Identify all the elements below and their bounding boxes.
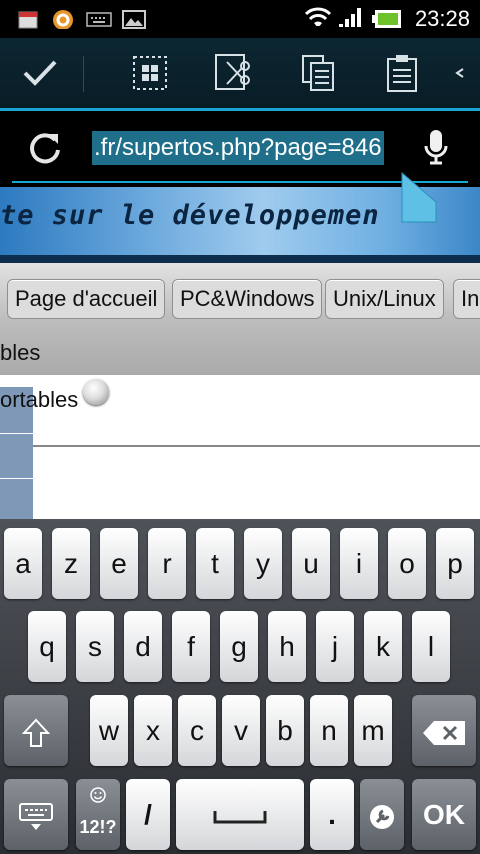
overflow-button[interactable] xyxy=(440,48,480,98)
key-f[interactable]: f xyxy=(172,611,210,682)
key-o[interactable]: o xyxy=(388,528,426,599)
status-time: 23:28 xyxy=(414,6,470,31)
content-label[interactable]: ortables xyxy=(0,387,78,413)
image-icon xyxy=(122,10,146,29)
nav-tab-home[interactable]: Page d'accueil xyxy=(7,279,166,319)
ok-key[interactable]: OK xyxy=(412,779,476,850)
symbols-label: 12!? xyxy=(79,817,117,837)
shift-key[interactable] xyxy=(4,695,68,766)
text-selection-action-bar xyxy=(0,38,480,111)
bullet-icon xyxy=(83,379,109,405)
key-k[interactable]: k xyxy=(364,611,402,682)
banner-strip xyxy=(0,255,480,263)
soft-keyboard: a z e r t y u i o p q s d f g h j k l w … xyxy=(0,519,480,854)
key-v[interactable]: v xyxy=(222,695,260,766)
microphone-icon[interactable] xyxy=(423,129,449,167)
keyboard-hide-icon xyxy=(19,802,53,830)
space-icon xyxy=(213,810,267,824)
select-all-button[interactable] xyxy=(122,48,178,98)
battery-icon xyxy=(372,10,401,28)
banner-text: te sur le développemen xyxy=(0,200,380,231)
backspace-key[interactable] xyxy=(412,695,476,766)
app-notification-icon xyxy=(53,10,73,29)
cut-icon xyxy=(215,54,250,90)
check-icon xyxy=(23,60,57,86)
url-input[interactable]: .fr/supertos.php?page=846 xyxy=(12,111,468,183)
wrench-icon xyxy=(370,804,394,829)
key-x[interactable]: x xyxy=(134,695,172,766)
key-j[interactable]: j xyxy=(316,611,354,682)
paste-button[interactable] xyxy=(374,48,430,98)
key-z[interactable]: z xyxy=(52,528,90,599)
copy-button[interactable] xyxy=(290,48,346,98)
keyboard-icon xyxy=(86,12,112,27)
nav-tab-next[interactable]: In xyxy=(453,279,480,319)
selection-handle[interactable] xyxy=(401,172,437,224)
key-m[interactable]: m xyxy=(354,695,392,766)
reload-icon[interactable] xyxy=(28,131,62,165)
key-n[interactable]: n xyxy=(310,695,348,766)
web-page-content[interactable]: te sur le développemen Page d'accueil PC… xyxy=(0,187,480,519)
sidebar-cell xyxy=(0,434,33,479)
divider xyxy=(0,445,480,447)
done-button[interactable] xyxy=(12,48,68,98)
copy-icon xyxy=(302,55,334,91)
key-l[interactable]: l xyxy=(412,611,450,682)
nav-tab-pc-windows[interactable]: PC&Windows xyxy=(172,279,323,319)
url-text-selected[interactable]: .fr/supertos.php?page=846 xyxy=(92,131,384,165)
key-g[interactable]: g xyxy=(220,611,258,682)
paste-icon xyxy=(387,55,417,92)
key-r[interactable]: r xyxy=(148,528,186,599)
emoji-icon xyxy=(90,787,106,803)
key-s[interactable]: s xyxy=(76,611,114,682)
nav-tab-unix-linux[interactable]: Unix/Linux xyxy=(325,279,444,319)
subnav-label[interactable]: bles xyxy=(0,340,40,366)
status-bar: 23:28 xyxy=(0,0,480,38)
keyboard-settings-key[interactable] xyxy=(4,779,68,850)
sidebar-cell xyxy=(0,479,33,519)
period-key[interactable]: . xyxy=(310,779,354,850)
overflow-icon xyxy=(455,68,464,78)
divider xyxy=(83,56,84,92)
key-y[interactable]: y xyxy=(244,528,282,599)
backspace-icon xyxy=(423,720,465,745)
key-h[interactable]: h xyxy=(268,611,306,682)
slash-key[interactable]: / xyxy=(126,779,170,850)
key-i[interactable]: i xyxy=(340,528,378,599)
shift-icon xyxy=(21,718,51,747)
space-key[interactable] xyxy=(176,779,304,850)
key-u[interactable]: u xyxy=(292,528,330,599)
cut-button[interactable] xyxy=(206,48,262,98)
key-a[interactable]: a xyxy=(4,528,42,599)
key-t[interactable]: t xyxy=(196,528,234,599)
calendar-icon xyxy=(18,11,38,29)
symbols-key[interactable]: 12!? xyxy=(76,779,120,850)
site-nav: Page d'accueil PC&Windows Unix/Linux In … xyxy=(0,263,480,447)
key-q[interactable]: q xyxy=(28,611,66,682)
signal-icon xyxy=(339,8,361,27)
tools-key[interactable] xyxy=(360,779,404,850)
select-all-icon xyxy=(133,56,167,90)
key-c[interactable]: c xyxy=(178,695,216,766)
key-e[interactable]: e xyxy=(100,528,138,599)
wifi-icon xyxy=(305,7,331,26)
key-b[interactable]: b xyxy=(266,695,304,766)
key-p[interactable]: p xyxy=(436,528,474,599)
key-w[interactable]: w xyxy=(90,695,128,766)
key-d[interactable]: d xyxy=(124,611,162,682)
